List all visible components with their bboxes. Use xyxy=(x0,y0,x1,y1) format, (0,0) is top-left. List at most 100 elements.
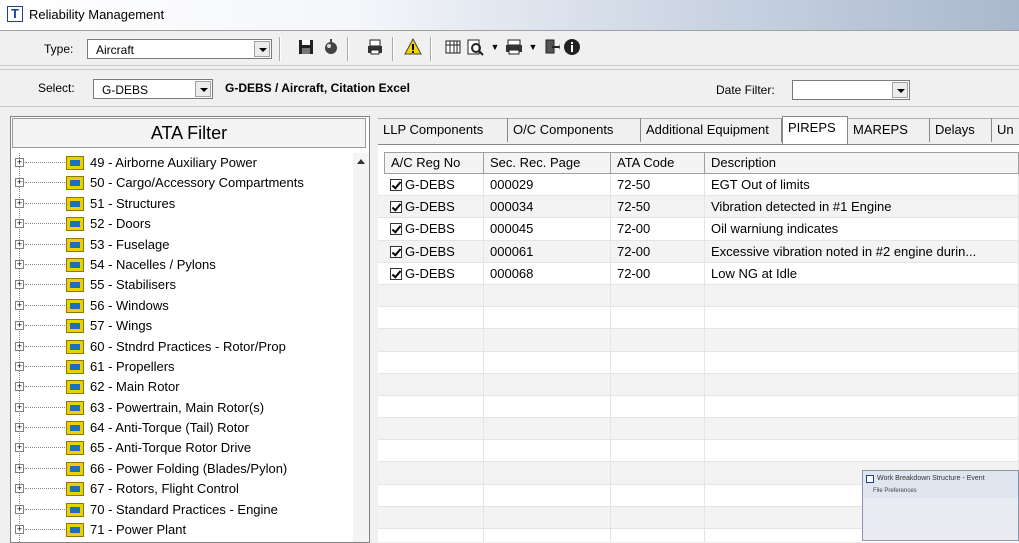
expand-plus-icon[interactable]: + xyxy=(15,259,24,269)
expand-plus-icon[interactable]: + xyxy=(15,219,24,229)
ata-tree-item[interactable]: +55 - Stabilisers xyxy=(11,275,351,295)
expand-plus-icon[interactable]: + xyxy=(15,463,24,473)
column-header[interactable]: Description xyxy=(705,152,1019,174)
toolbar: Type: Aircraft ▼ ▼ xyxy=(0,31,1019,66)
table-row[interactable]: G-DEBS 000029 72-50 EGT Out of limits xyxy=(378,174,1019,197)
table-cell xyxy=(705,307,1019,329)
ata-tree-item[interactable]: +65 - Anti-Torque Rotor Drive xyxy=(11,438,351,458)
row-checkbox[interactable] xyxy=(390,179,402,191)
row-checkbox[interactable] xyxy=(390,201,402,214)
print-icon[interactable] xyxy=(366,38,384,56)
table-cell xyxy=(484,529,611,542)
warning-icon[interactable] xyxy=(404,38,422,56)
tab-llp-components[interactable]: LLP Components xyxy=(378,118,508,142)
expand-plus-icon[interactable]: + xyxy=(15,158,24,167)
cleanup-icon[interactable] xyxy=(322,38,340,56)
printer-icon[interactable] xyxy=(505,38,523,56)
table-cell xyxy=(611,329,705,351)
expand-plus-icon[interactable]: + xyxy=(15,423,24,433)
ata-tree-item[interactable]: +66 - Power Folding (Blades/Pylon) xyxy=(11,459,351,479)
tab-un[interactable]: Un xyxy=(992,118,1019,142)
expand-plus-icon[interactable]: + xyxy=(15,484,24,494)
ata-tree-item[interactable]: +52 - Doors xyxy=(11,214,351,234)
chevron-down-icon[interactable] xyxy=(254,41,270,57)
thumbnail-title: Work Breakdown Structure - Event xyxy=(877,475,985,482)
taskbar-thumbnail[interactable]: Work Breakdown Structure - Event File Pr… xyxy=(862,470,1019,541)
expand-plus-icon[interactable]: + xyxy=(15,525,24,535)
chevron-down-icon[interactable]: ▼ xyxy=(486,38,504,56)
tab-delays[interactable]: Delays xyxy=(930,118,992,142)
tab-o-c-components[interactable]: O/C Components xyxy=(508,118,641,142)
print-preview-icon[interactable] xyxy=(466,38,484,56)
tree-connector xyxy=(25,243,65,245)
ata-tree-item[interactable]: +60 - Stndrd Practices - Rotor/Prop xyxy=(11,337,351,357)
thumbnail-body xyxy=(863,498,1018,540)
row-checkbox[interactable] xyxy=(390,223,402,236)
table-cell xyxy=(484,373,611,395)
expand-plus-icon[interactable]: + xyxy=(15,280,24,290)
cell-text: EGT Out of limits xyxy=(711,177,810,192)
info-icon[interactable] xyxy=(563,38,581,56)
ata-tree-item[interactable]: +62 - Main Rotor xyxy=(11,377,351,397)
expand-plus-icon[interactable]: + xyxy=(15,341,24,351)
ata-filter-panel: ATA Filter +49 - Airborne Auxiliary Powe… xyxy=(10,116,370,543)
ata-tree-item[interactable]: +70 - Standard Practices - Engine xyxy=(11,500,351,520)
ata-tree-item-label: 50 - Cargo/Accessory Compartments xyxy=(90,175,304,191)
ata-tree-item[interactable]: +57 - Wings xyxy=(11,316,351,336)
chevron-down-icon[interactable]: ▼ xyxy=(524,38,542,56)
chevron-down-icon[interactable] xyxy=(892,82,908,98)
expand-plus-icon[interactable]: + xyxy=(15,504,24,514)
ata-tree-item[interactable]: +56 - Windows xyxy=(11,296,351,316)
ata-tree-item-label: 65 - Anti-Torque Rotor Drive xyxy=(90,440,252,456)
row-checkbox[interactable] xyxy=(390,267,402,280)
table-cell xyxy=(384,418,484,440)
expand-plus-icon[interactable]: + xyxy=(15,321,24,331)
ata-tree-item-label: 56 - Windows xyxy=(90,297,169,313)
ata-tree-scrollbar[interactable] xyxy=(353,153,369,542)
expand-plus-icon[interactable]: + xyxy=(15,300,24,310)
table-row[interactable]: G-DEBS 000061 72-00 Excessive vibration not… xyxy=(378,240,1019,263)
expand-plus-icon[interactable]: + xyxy=(15,178,24,188)
ata-tree-item[interactable]: +54 - Nacelles / Pylons xyxy=(11,255,351,275)
cell-text: G-DEBS xyxy=(405,199,455,215)
date-filter-dropdown[interactable] xyxy=(792,80,910,100)
table-cell: Oil warniung indicates xyxy=(705,218,1019,240)
row-checkbox[interactable] xyxy=(390,245,402,258)
save-icon[interactable] xyxy=(297,38,315,56)
tab-mareps[interactable]: MAREPS xyxy=(848,118,930,142)
ata-tree-item[interactable]: +51 - Structures xyxy=(11,194,351,214)
exit-icon[interactable] xyxy=(542,38,560,56)
expand-plus-icon[interactable]: + xyxy=(15,382,24,392)
table-row[interactable]: G-DEBS 000034 72-50 Vibration detected in #… xyxy=(378,196,1019,219)
scroll-up-icon[interactable] xyxy=(357,159,365,164)
table-row[interactable]: G-DEBS 000068 72-00 Low NG at Idle xyxy=(378,262,1019,285)
aircraft-select-dropdown[interactable]: G-DEBS xyxy=(93,79,213,99)
expand-plus-icon[interactable]: + xyxy=(15,402,24,412)
grid-icon[interactable] xyxy=(444,38,462,56)
ata-tree-item[interactable]: +50 - Cargo/Accessory Compartments xyxy=(11,173,351,193)
ata-tree-item-label: 52 - Doors xyxy=(90,216,151,232)
tab-additional-equipment[interactable]: Additional Equipment xyxy=(641,118,782,142)
cell-text: 000061 xyxy=(490,243,534,259)
ata-tree-item[interactable]: +61 - Propellers xyxy=(11,357,351,377)
column-header[interactable]: A/C Reg No xyxy=(384,152,484,174)
expand-plus-icon[interactable]: + xyxy=(15,198,24,208)
tab-pireps[interactable]: PIREPS xyxy=(782,116,848,144)
ata-tree-item[interactable]: +67 - Rotors, Flight Control xyxy=(11,479,351,499)
expand-plus-icon[interactable]: + xyxy=(15,239,24,249)
ata-tree-item[interactable]: +53 - Fuselage xyxy=(11,235,351,255)
ata-tree-item[interactable]: +49 - Airborne Auxiliary Power xyxy=(11,153,351,173)
app-icon: T xyxy=(7,6,23,22)
type-dropdown[interactable]: Aircraft xyxy=(87,39,272,59)
ata-tree-item[interactable]: +71 - Power Plant xyxy=(11,520,351,540)
chevron-down-icon[interactable] xyxy=(195,81,211,97)
ata-tree-item[interactable]: +63 - Powertrain, Main Rotor(s) xyxy=(11,398,351,418)
ata-chapter-icon xyxy=(66,502,84,517)
column-header[interactable]: ATA Code xyxy=(611,152,705,174)
expand-plus-icon[interactable]: + xyxy=(15,443,24,453)
ata-tree-item[interactable]: +64 - Anti-Torque (Tail) Rotor xyxy=(11,418,351,438)
column-header[interactable]: Sec. Rec. Page xyxy=(484,152,611,174)
table-row[interactable]: G-DEBS 000045 72-00 Oil warniung indicates xyxy=(378,218,1019,241)
expand-plus-icon[interactable]: + xyxy=(15,361,24,371)
cell-text: Vibration detected in #1 Engine xyxy=(711,199,892,215)
